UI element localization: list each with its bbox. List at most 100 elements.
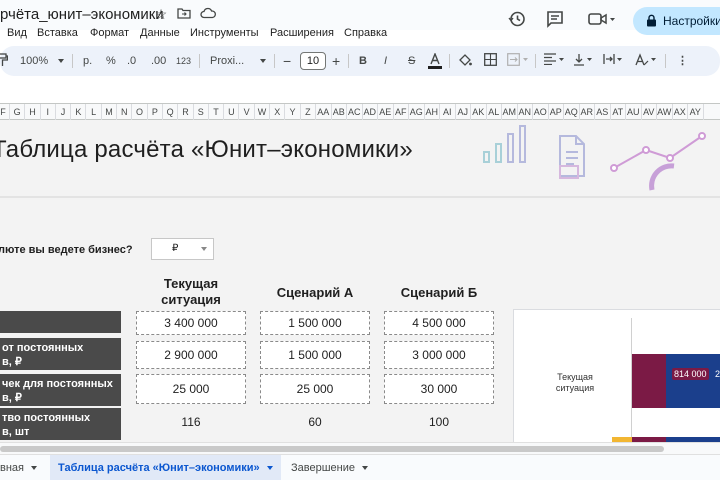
menu-tools[interactable]: Инструменты xyxy=(190,27,259,39)
column-header[interactable]: AW xyxy=(657,104,673,120)
menu-insert[interactable]: Вставка xyxy=(37,27,78,39)
column-header[interactable]: K xyxy=(71,104,87,120)
column-header[interactable]: V xyxy=(240,104,255,120)
column-header[interactable]: AV xyxy=(642,104,657,120)
menu-view[interactable]: Вид xyxy=(7,27,27,39)
column-header[interactable]: AR xyxy=(580,104,595,120)
zoom-select[interactable]: 100% xyxy=(20,53,48,69)
cloud-status-icon[interactable] xyxy=(200,6,216,22)
column-header[interactable]: AG xyxy=(409,104,425,120)
column-header[interactable]: Y xyxy=(285,104,301,120)
column-header[interactable]: AQ xyxy=(564,104,580,120)
zoom-dropdown-icon[interactable] xyxy=(58,59,64,63)
column-header[interactable]: Z xyxy=(301,104,316,120)
more-formats-button[interactable]: 123 xyxy=(176,53,191,69)
input-scenario-b-avg-check[interactable]: 30 000 xyxy=(384,374,494,404)
star-icon[interactable]: ☆ xyxy=(153,6,169,22)
column-header[interactable]: S xyxy=(194,104,209,120)
menu-help[interactable]: Справка xyxy=(344,27,387,39)
column-header[interactable]: AA xyxy=(316,104,332,120)
column-header[interactable]: P xyxy=(148,104,163,120)
column-header[interactable]: AP xyxy=(549,104,564,120)
percent-format-button[interactable]: % xyxy=(106,53,116,69)
move-folder-icon[interactable] xyxy=(176,6,192,22)
column-header[interactable]: G xyxy=(10,104,26,120)
input-scenario-a-regular-revenue[interactable]: 1 500 000 xyxy=(260,341,370,369)
currency-select[interactable]: ₽ xyxy=(151,238,214,260)
column-header[interactable]: T xyxy=(209,104,225,120)
borders-icon[interactable] xyxy=(484,53,497,69)
font-family-select[interactable]: Proxi... xyxy=(210,53,244,69)
column-header[interactable]: AU xyxy=(626,104,642,120)
input-scenario-b-revenue[interactable]: 4 500 000 xyxy=(384,311,494,335)
column-header[interactable]: O xyxy=(132,104,148,120)
column-header[interactable]: AS xyxy=(595,104,611,120)
column-header[interactable]: AH xyxy=(425,104,440,120)
column-header[interactable]: AT xyxy=(611,104,626,120)
menu-extensions[interactable]: Расширения xyxy=(270,27,334,39)
fill-color-icon[interactable] xyxy=(458,53,472,69)
sheet-grid[interactable]: Таблица расчёта «Юнит–экономики» люте вы… xyxy=(0,120,720,442)
menu-data[interactable]: Данные xyxy=(140,27,180,39)
column-header[interactable]: X xyxy=(270,104,286,120)
column-header[interactable]: AN xyxy=(518,104,533,120)
menu-format[interactable]: Формат xyxy=(90,27,129,39)
document-title[interactable]: рчёта_юнит–экономики xyxy=(0,6,164,23)
column-header[interactable]: AX xyxy=(673,104,688,120)
column-header[interactable]: AJ xyxy=(456,104,471,120)
column-header[interactable]: AM xyxy=(502,104,518,120)
bold-button[interactable]: B xyxy=(359,53,367,69)
strikethrough-button[interactable]: S xyxy=(408,53,415,69)
text-wrapping-icon[interactable] xyxy=(603,53,625,69)
column-header[interactable]: AY xyxy=(688,104,704,120)
input-current-avg-check[interactable]: 25 000 xyxy=(136,374,246,404)
column-header[interactable]: F xyxy=(0,104,10,120)
column-header[interactable]: J xyxy=(56,104,72,120)
decrease-decimals-button[interactable]: .0 xyxy=(127,53,136,69)
font-dropdown-icon[interactable] xyxy=(260,59,266,63)
column-header[interactable]: AI xyxy=(440,104,456,120)
chevron-down-icon[interactable] xyxy=(266,466,273,471)
column-header[interactable]: M xyxy=(102,104,118,120)
increase-decimals-button[interactable]: .00 xyxy=(151,53,166,69)
chevron-down-icon[interactable] xyxy=(362,466,368,471)
more-options-icon[interactable]: ⋮ xyxy=(677,53,688,69)
column-header[interactable]: AC xyxy=(347,104,363,120)
input-current-revenue[interactable]: 3 400 000 xyxy=(136,311,246,335)
horizontal-scrollbar[interactable] xyxy=(0,442,720,454)
column-header[interactable]: Q xyxy=(163,104,179,120)
currency-format-button[interactable]: р. xyxy=(83,53,92,69)
horizontal-align-icon[interactable] xyxy=(544,53,566,69)
merge-cells-icon[interactable] xyxy=(507,53,529,69)
column-header[interactable]: L xyxy=(87,104,102,120)
column-header[interactable]: AE xyxy=(378,104,394,120)
input-scenario-a-avg-check[interactable]: 25 000 xyxy=(260,374,370,404)
share-settings-button[interactable]: Настройки xyxy=(633,7,720,35)
font-size-input[interactable]: 10 xyxy=(300,52,326,70)
sheet-tab-calculation[interactable]: Таблица расчёта «Юнит–экономики» xyxy=(50,455,281,480)
scrollbar-thumb[interactable] xyxy=(0,446,664,452)
column-header[interactable]: U xyxy=(224,104,240,120)
column-header[interactable]: R xyxy=(178,104,194,120)
text-color-icon[interactable] xyxy=(428,52,442,69)
column-header[interactable]: AB xyxy=(332,104,347,120)
column-header[interactable]: AK xyxy=(471,104,487,120)
column-header[interactable]: AO xyxy=(533,104,549,120)
input-scenario-b-regular-revenue[interactable]: 3 000 000 xyxy=(384,341,494,369)
paint-format-icon[interactable] xyxy=(0,53,9,69)
vertical-align-icon[interactable] xyxy=(573,53,595,69)
italic-button[interactable]: I xyxy=(384,53,387,69)
chevron-down-icon[interactable] xyxy=(31,466,37,471)
input-scenario-a-revenue[interactable]: 1 500 000 xyxy=(260,311,370,335)
column-header[interactable]: AL xyxy=(487,104,502,120)
text-rotation-icon[interactable] xyxy=(635,53,659,69)
column-header[interactable]: N xyxy=(117,104,133,120)
column-header[interactable]: H xyxy=(25,104,41,120)
sheet-tab-main[interactable]: вная xyxy=(0,455,37,480)
column-header[interactable]: W xyxy=(255,104,271,120)
column-header[interactable]: AD xyxy=(363,104,378,120)
input-current-regular-revenue[interactable]: 2 900 000 xyxy=(136,341,246,369)
sheet-tab-final[interactable]: Завершение xyxy=(291,455,368,480)
chart-panel[interactable]: Текущая ситуация 814 000 2 xyxy=(513,309,720,442)
decrease-font-size-icon[interactable]: − xyxy=(283,53,291,69)
